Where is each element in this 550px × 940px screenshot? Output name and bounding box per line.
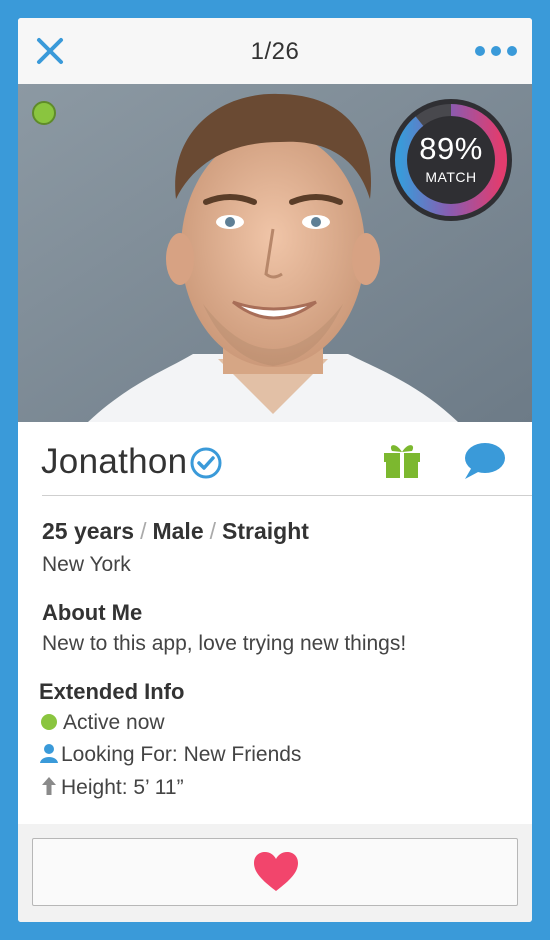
profile-photo[interactable]: 89% MATCH xyxy=(18,84,532,422)
profile-card: 1/26 89% MATCH Jonathon 25 years / Male … xyxy=(18,18,532,922)
orientation: Straight xyxy=(222,518,309,544)
active-status-row: Active now xyxy=(39,711,165,735)
chat-bubble-icon[interactable] xyxy=(462,441,506,481)
about-title: About Me xyxy=(42,600,143,625)
height-text: Height: 5’ 11” xyxy=(61,776,184,799)
profile-name: Jonathon xyxy=(41,442,188,481)
looking-for-text: Looking For: New Friends xyxy=(61,743,302,766)
more-dots-icon[interactable] xyxy=(474,40,518,62)
separator: / xyxy=(140,518,147,544)
bottom-action-bar xyxy=(18,824,532,922)
like-button[interactable] xyxy=(32,838,518,906)
active-status-text: Active now xyxy=(63,711,165,734)
extended-info-title: Extended Info xyxy=(39,679,185,704)
separator: / xyxy=(209,518,217,544)
match-label: MATCH xyxy=(425,169,477,185)
online-dot-icon xyxy=(41,714,57,730)
heart-icon xyxy=(254,852,298,891)
gender: Male xyxy=(152,518,204,544)
match-score-ring: 89% MATCH xyxy=(388,97,514,223)
person-icon xyxy=(40,744,58,763)
looking-for-row: Looking For: New Friends xyxy=(39,743,301,767)
city: New York xyxy=(42,553,131,576)
top-bar: 1/26 xyxy=(18,18,532,84)
name-row: Jonathon xyxy=(18,422,532,496)
up-arrow-icon xyxy=(42,777,56,795)
profile-stats: 25 years / Male / Straight xyxy=(42,518,309,545)
verified-check-icon xyxy=(190,447,222,479)
divider xyxy=(42,495,532,496)
about-text: New to this app, love trying new things! xyxy=(42,632,407,655)
match-percent: 89% xyxy=(419,131,483,166)
height-row: Height: 5’ 11” xyxy=(39,776,184,800)
profile-counter: 1/26 xyxy=(250,38,300,65)
age: 25 years xyxy=(42,518,135,544)
gift-icon[interactable] xyxy=(382,440,422,480)
online-status-indicator xyxy=(32,101,56,125)
